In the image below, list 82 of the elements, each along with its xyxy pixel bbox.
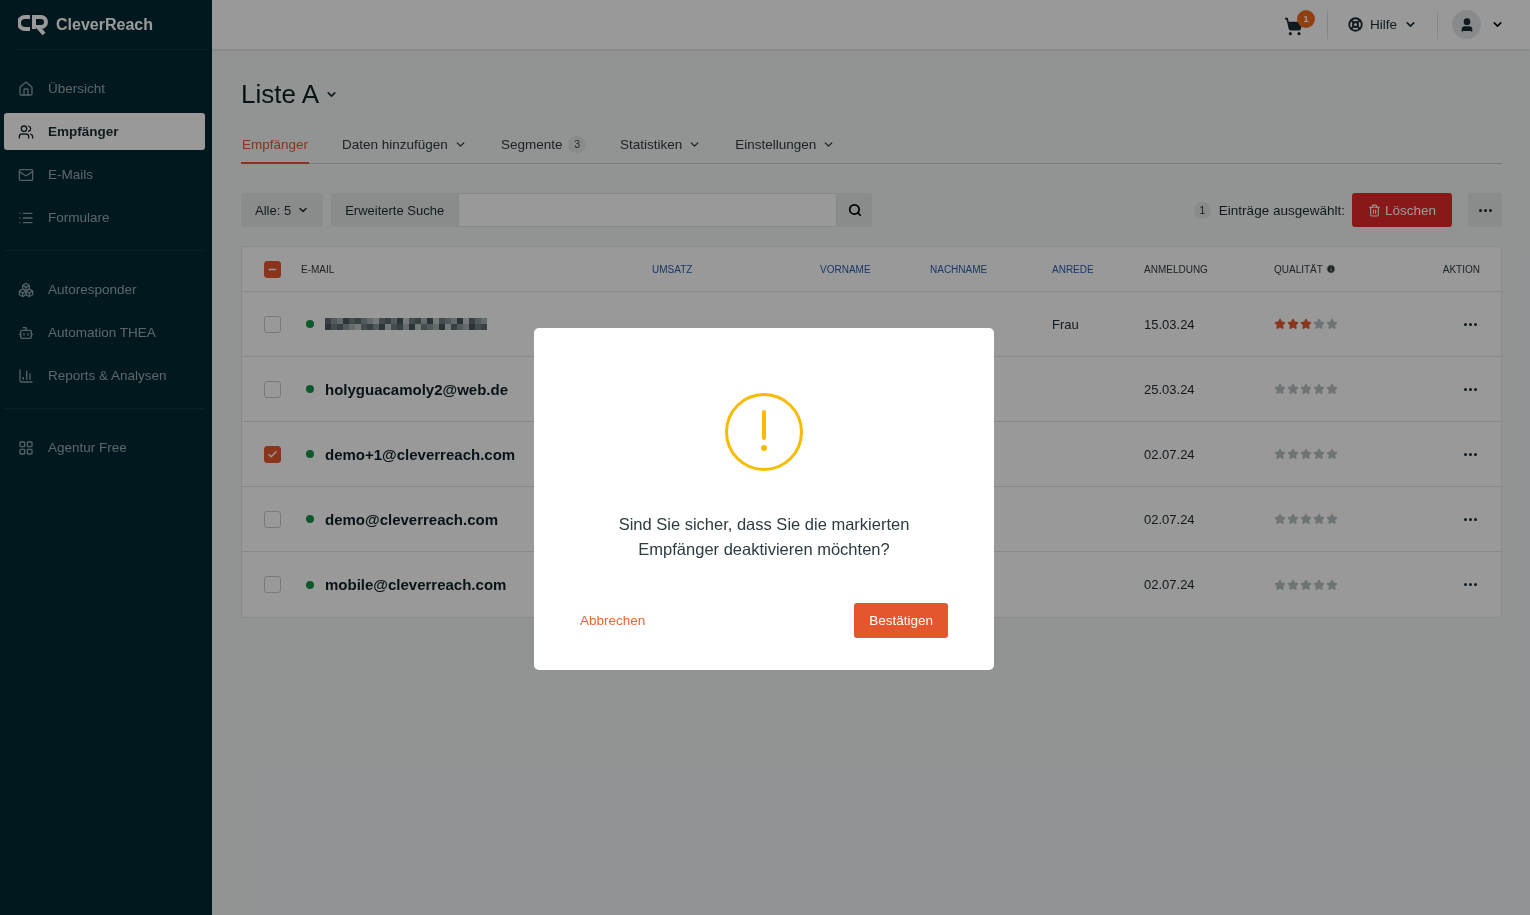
email-cell: mobile@cleverreach.com	[325, 576, 507, 593]
sidebar-item[interactable]: Automation THEA	[4, 314, 205, 351]
count-badge: 3	[568, 136, 586, 153]
tab[interactable]: Daten hinzufügen	[341, 136, 468, 164]
more-icon	[1464, 517, 1477, 521]
more-icon	[1464, 583, 1477, 586]
email-cell: holyguacamoly2@web.de	[325, 380, 508, 398]
checkbox[interactable]	[264, 380, 281, 398]
checkbox[interactable]	[264, 510, 281, 528]
status-dot	[306, 515, 314, 523]
more-icon	[1478, 208, 1492, 212]
lifebuoy-icon	[1348, 17, 1363, 32]
sidebar-item[interactable]: Agentur Free	[4, 429, 205, 466]
avatar	[1452, 10, 1481, 39]
more-icon	[1464, 452, 1477, 456]
grid-icon	[18, 439, 34, 456]
row-actions-button[interactable]	[1464, 322, 1477, 326]
status-dot	[306, 580, 314, 589]
status-dot	[306, 450, 314, 458]
cart-badge: 1	[1297, 10, 1315, 28]
mail-icon	[18, 166, 34, 183]
column-header[interactable]: NACHNAME	[930, 263, 1052, 275]
tab[interactable]: Statistiken	[619, 136, 703, 164]
robot-icon	[18, 324, 34, 341]
cubes-icon	[18, 281, 34, 298]
cart-icon	[1284, 17, 1303, 36]
column-header: AKTION	[1442, 263, 1481, 275]
search-icon	[847, 203, 862, 217]
sidebar-item[interactable]: Formulare	[4, 199, 205, 236]
row-actions-button[interactable]	[1464, 452, 1477, 456]
cancel-button[interactable]: Abbrechen	[580, 613, 646, 628]
row-actions-button[interactable]	[1464, 517, 1477, 521]
sidebar-item[interactable]: Autoresponder	[4, 271, 205, 308]
warning-icon	[724, 392, 804, 472]
logo-icon	[18, 13, 48, 36]
help-menu[interactable]: Hilfe	[1342, 13, 1423, 36]
trash-icon	[1367, 203, 1381, 217]
delete-button[interactable]: Löschen	[1351, 193, 1452, 227]
brand-name: CleverReach	[56, 15, 153, 34]
bar-chart-icon	[18, 367, 34, 384]
sidebar-item[interactable]: Reports & Analysen	[4, 357, 205, 394]
selection-label: Einträge ausgewählt:	[1218, 202, 1345, 218]
checkbox[interactable]	[264, 576, 281, 593]
checkbox[interactable]	[264, 315, 281, 333]
checkbox[interactable]	[264, 445, 281, 463]
table-cell-text: 02.07.24	[1144, 577, 1196, 592]
filter-dropdown[interactable]: Alle: 5	[241, 193, 324, 227]
column-header[interactable]: UMSATZ	[652, 263, 820, 275]
home-icon	[18, 80, 34, 97]
column-header[interactable]: ANREDE	[1052, 263, 1144, 275]
count-badge: 1	[1193, 201, 1211, 219]
table-cell-text: 02.07.24	[1144, 446, 1196, 462]
tab[interactable]: Einstellungen	[734, 136, 837, 164]
status-dot	[306, 320, 314, 328]
more-icon	[1464, 322, 1477, 326]
row-actions-button[interactable]	[1464, 583, 1477, 586]
column-header: E-MAIL	[301, 263, 336, 275]
table-cell-text: 25.03.24	[1144, 381, 1196, 397]
sidebar-item[interactable]: Übersicht	[4, 70, 205, 107]
more-icon	[1464, 387, 1477, 391]
row-actions-button[interactable]	[1464, 387, 1477, 391]
users-icon	[18, 123, 34, 140]
checkbox[interactable]	[264, 260, 281, 278]
email-cell: demo@cleverreach.com	[325, 510, 499, 528]
dialog-message: Sind Sie sicher, dass Sie die markierten Empfänger deaktivieren möchten?	[617, 514, 911, 560]
cart-button[interactable]: 1	[1284, 13, 1313, 36]
column-header[interactable]: VORNAME	[820, 263, 930, 275]
tab[interactable]: Segmente 3	[499, 136, 587, 164]
check-icon	[267, 448, 278, 460]
tab[interactable]: Empfänger	[241, 136, 310, 164]
status-dot	[306, 385, 314, 393]
user-menu[interactable]	[1452, 10, 1504, 39]
column-header: ANMELDUNG	[1144, 263, 1209, 275]
sidebar-item[interactable]: E-Mails	[4, 156, 205, 193]
table-cell: Frau	[1052, 317, 1079, 332]
table-cell-text: 02.07.24	[1144, 511, 1196, 527]
page-title: Liste A	[241, 79, 320, 110]
table-cell-text: 15.03.24	[1144, 316, 1196, 332]
email-cell: demo+1@cleverreach.com	[325, 445, 516, 463]
sidebar-item[interactable]: Empfänger	[4, 113, 205, 150]
confirm-button[interactable]: Bestätigen	[854, 603, 948, 638]
column-header: QUALITÄT	[1274, 263, 1411, 275]
